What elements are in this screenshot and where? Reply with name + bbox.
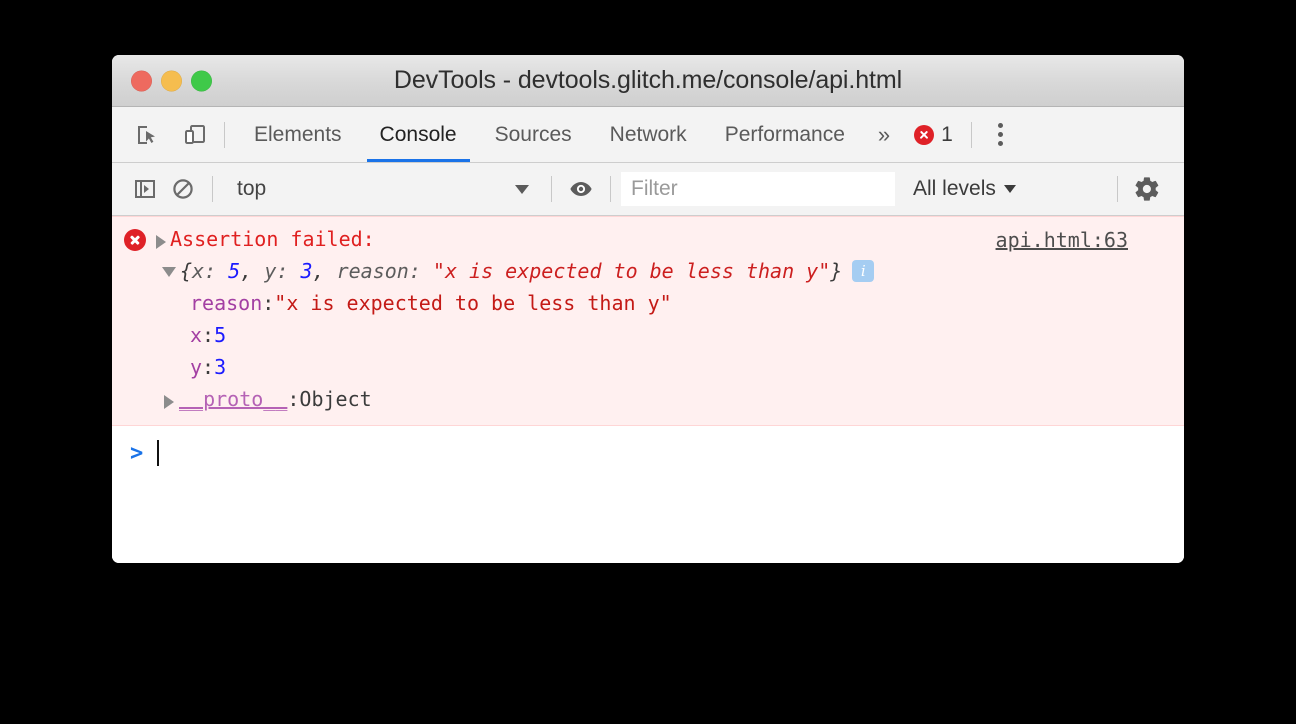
tab-network[interactable]: Network <box>591 107 706 162</box>
tab-sources[interactable]: Sources <box>476 107 591 162</box>
console-toolbar-divider-1 <box>212 176 213 202</box>
settings-button[interactable] <box>1128 170 1166 208</box>
expand-triangle-right-icon[interactable] <box>156 235 166 249</box>
live-expression-button[interactable] <box>562 170 600 208</box>
tab-elements[interactable]: Elements <box>235 107 361 162</box>
console-sidebar-button[interactable] <box>126 170 164 208</box>
filter-input[interactable] <box>621 172 895 206</box>
chevron-down-icon <box>515 184 529 194</box>
console-toolbar-divider-2 <box>551 176 552 202</box>
devtools-tabs: Elements Console Sources Network Perform… <box>235 107 864 162</box>
inspect-element-icon <box>138 125 155 144</box>
assertion-message-text: Assertion failed: <box>170 227 375 251</box>
preview-key-y: y: <box>264 259 301 283</box>
tab-console[interactable]: Console <box>361 107 476 162</box>
window-controls <box>131 70 212 91</box>
devtools-window: DevTools - devtools.glitch.me/console/ap… <box>112 55 1184 563</box>
property-colon: : <box>287 387 300 411</box>
minimize-window-button[interactable] <box>161 70 182 91</box>
clear-console-icon <box>173 179 193 199</box>
error-count-badge[interactable]: 1 <box>904 123 961 147</box>
preview-key-reason: reason: <box>336 259 433 283</box>
property-name: y <box>190 355 203 379</box>
expand-triangle-right-icon[interactable] <box>164 395 174 409</box>
source-link[interactable]: api.html:63 <box>996 225 1128 255</box>
devtools-tool-icons <box>112 116 214 154</box>
device-toolbar-icon <box>185 124 205 144</box>
console-toolbar: top All levels <box>112 163 1184 216</box>
property-value: "x is expected to be less than y" <box>274 291 672 315</box>
object-preview-text: {x: 5, y: 3, reason: "x is expected to b… <box>180 255 842 287</box>
object-property-row[interactable]: x: 5 <box>112 319 1184 351</box>
preview-sep-2: , <box>312 259 337 283</box>
execution-context-select[interactable]: top <box>223 173 541 205</box>
tab-performance[interactable]: Performance <box>706 107 864 162</box>
expand-triangle-down-icon[interactable] <box>162 267 176 277</box>
object-property-row[interactable]: reason: "x is expected to be less than y… <box>112 287 1184 319</box>
tab-performance-label: Performance <box>724 122 845 146</box>
zoom-window-button[interactable] <box>191 70 212 91</box>
close-window-button[interactable] <box>131 70 152 91</box>
execution-context-label: top <box>237 177 267 200</box>
error-count-label: 1 <box>941 122 953 146</box>
eye-icon <box>570 182 592 196</box>
object-property-row[interactable]: y: 3 <box>112 351 1184 383</box>
kebab-dot-icon <box>998 123 1004 128</box>
property-value: 3 <box>214 355 227 379</box>
kebab-dot-icon <box>998 132 1004 137</box>
preview-key-x: x: <box>192 259 229 283</box>
preview-value-reason: "x is expected to be less than y" <box>432 259 831 283</box>
property-colon: : <box>262 291 275 315</box>
console-body: Assertion failed: api.html:63 {x: 5, y: … <box>112 216 1184 563</box>
error-circle-icon <box>124 229 146 251</box>
property-colon: : <box>202 355 215 379</box>
object-preview-row[interactable]: {x: 5, y: 3, reason: "x is expected to b… <box>112 255 1184 287</box>
console-toolbar-divider-3 <box>610 176 611 202</box>
property-value: Object <box>299 387 372 411</box>
window-title: DevTools - devtools.glitch.me/console/ap… <box>393 66 903 94</box>
chevron-down-icon <box>1003 185 1016 193</box>
window-titlebar: DevTools - devtools.glitch.me/console/ap… <box>112 55 1184 107</box>
log-level-select[interactable]: All levels <box>895 177 1034 201</box>
property-value: 5 <box>214 323 227 347</box>
more-tabs-button[interactable]: » <box>864 122 904 148</box>
preview-sep-1: , <box>240 259 265 283</box>
kebab-dot-icon <box>998 141 1004 146</box>
object-proto-row[interactable]: __proto__: Object <box>112 383 1184 415</box>
tab-sources-label: Sources <box>494 122 572 146</box>
gear-icon <box>1135 177 1159 201</box>
property-name: x <box>190 323 203 347</box>
tab-elements-label: Elements <box>254 122 342 146</box>
tabbar-divider-right <box>970 121 972 148</box>
text-cursor <box>157 440 160 466</box>
console-sidebar-icon <box>135 180 155 198</box>
tab-network-label: Network <box>609 122 687 146</box>
inspect-element-button[interactable] <box>128 116 166 154</box>
property-name: reason <box>190 291 263 315</box>
error-circle-icon <box>914 124 935 145</box>
console-toolbar-divider-4 <box>1117 176 1118 202</box>
chevrons-right-icon: » <box>877 121 891 147</box>
property-name: __proto__ <box>179 387 288 411</box>
console-prompt-row[interactable]: > <box>112 426 1184 470</box>
preview-close-brace: } <box>830 259 843 283</box>
preview-value-y: 3 <box>300 259 313 283</box>
preview-value-x: 5 <box>228 259 241 283</box>
device-toolbar-button[interactable] <box>176 116 214 154</box>
devtools-tabbar: Elements Console Sources Network Perform… <box>112 107 1184 163</box>
tab-console-label: Console <box>379 122 457 146</box>
console-message-error: Assertion failed: api.html:63 {x: 5, y: … <box>112 216 1184 426</box>
info-badge-icon[interactable]: i <box>852 260 875 282</box>
clear-console-button[interactable] <box>164 170 202 208</box>
prompt-arrow-icon: > <box>130 440 144 466</box>
tabbar-divider <box>224 121 225 148</box>
main-menu-button[interactable] <box>982 116 1020 154</box>
log-level-label: All levels <box>913 177 996 200</box>
property-colon: : <box>202 323 215 347</box>
preview-open-brace: { <box>180 259 193 283</box>
console-settings-wrap <box>1107 170 1184 208</box>
